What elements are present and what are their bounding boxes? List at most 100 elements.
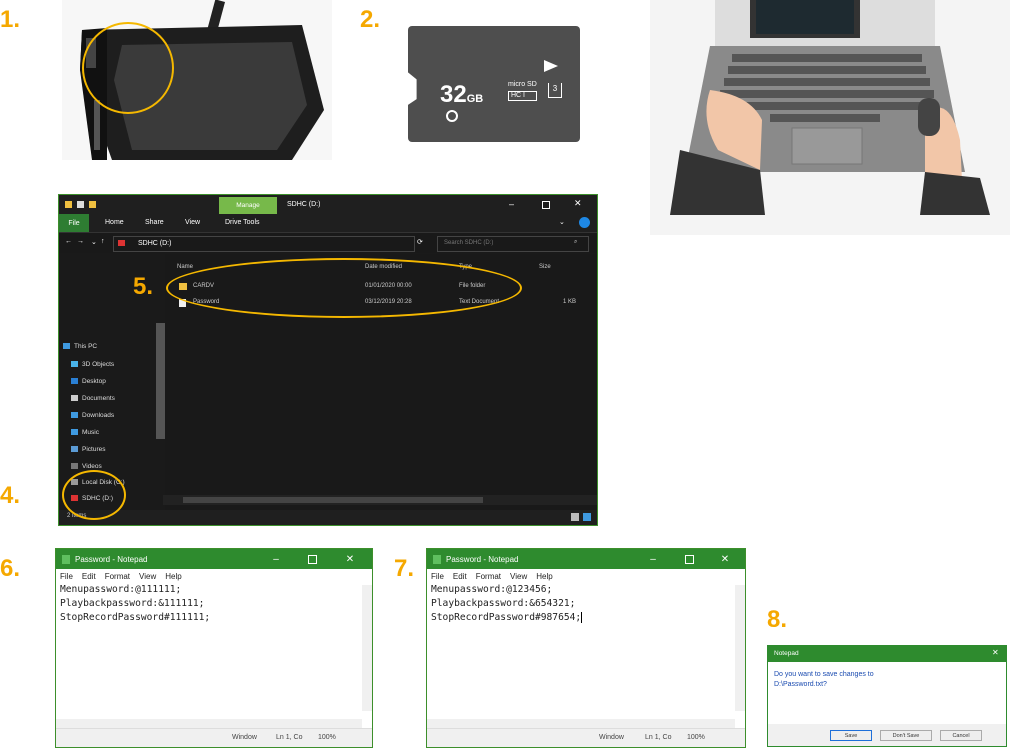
nav-pictures[interactable]: Pictures [71,443,105,455]
uhs-class-icon: 3 [548,83,562,98]
dropdown-chevron-icon[interactable]: ⌄ [91,238,97,246]
large-icons-view-icon[interactable] [583,513,591,521]
menu-edit[interactable]: Edit [453,572,467,581]
menu-help[interactable]: Help [536,572,552,581]
dialog-title-bar: Notepad ✕ [768,646,1006,662]
menu-home[interactable]: Home [105,219,124,226]
music-icon [71,429,78,435]
save-button[interactable]: Save [830,730,872,741]
pc-icon [63,343,70,349]
vertical-scrollbar[interactable] [362,585,372,711]
forward-arrow-icon[interactable]: → [77,238,84,245]
nav-scrollbar[interactable] [156,323,165,439]
nav-this-pc[interactable]: This PC [63,340,97,352]
refresh-icon[interactable]: ⟳ [417,238,423,246]
address-bar[interactable]: SDHC (D:) [113,236,415,252]
minimize-button[interactable]: – [262,549,290,569]
folder-icon [65,201,72,208]
nav-label: Videos [82,462,102,470]
notepad-window-original: Password - Notepad – ✕ File Edit Format … [55,548,373,748]
explorer-menu-bar: File Home Share View Drive Tools ⌄ [59,214,597,233]
details-view-icon[interactable] [571,513,579,521]
notepad-menu-bar: File Edit Format View Help [56,569,372,583]
horizontal-scrollbar[interactable] [163,495,597,505]
notepad-menu-bar: File Edit Format View Help [427,569,745,583]
maximize-button[interactable] [675,549,703,569]
scrollbar-thumb[interactable] [183,497,483,503]
text-line-menu-password: Menupassword:@123456; [431,584,553,595]
menu-file[interactable]: File [59,214,89,232]
explorer-window-title: SDHC (D:) [287,201,321,208]
play-triangle-icon [544,60,558,72]
text-cursor [581,611,583,623]
explorer-address-row: ← → ⌄ ↑ SDHC (D:) ⟳ Search SDHC (D:) ⌕ [59,233,597,253]
notepad-title: Password - Notepad [75,554,148,564]
minimize-button[interactable]: – [509,199,514,209]
menu-view[interactable]: View [185,219,200,226]
dont-save-button[interactable]: Don't Save [880,730,932,741]
menu-file[interactable]: File [431,572,444,581]
close-button[interactable]: ✕ [574,198,582,209]
status-zoom: 100% [687,734,705,741]
step-2-label: 2. [360,6,381,33]
up-arrow-icon[interactable]: ↑ [101,238,105,245]
nav-documents[interactable]: Documents [71,392,115,404]
laptop-hands-image [650,0,1010,235]
menu-format[interactable]: Format [105,572,130,581]
status-cursor-position: Ln 1, Co [645,734,672,741]
new-folder-icon [89,201,96,208]
nav-label: Documents [82,394,115,402]
status-cursor-position: Ln 1, Co [276,734,303,741]
cube-icon [71,361,78,367]
ribbon-tab-manage[interactable]: Manage [219,197,277,214]
text-line-stop-record-password: StopRecordPassword#987654; [431,612,582,623]
notepad-text-area[interactable]: Menupassword:@111111; Playbackpassword:&… [56,583,372,625]
file-size: 1 KB [563,299,577,305]
menu-format[interactable]: Format [476,572,501,581]
close-button[interactable]: ✕ [711,549,739,569]
column-header-name[interactable]: Name [177,264,193,270]
search-box[interactable]: Search SDHC (D:) ⌕ [437,236,589,252]
dialog-close-button[interactable]: ✕ [992,648,999,657]
menu-file[interactable]: File [60,572,73,581]
notepad-window-edited: Password - Notepad – ✕ File Edit Format … [426,548,746,748]
maximize-button[interactable] [542,201,550,209]
step-6-label: 6. [0,555,21,582]
close-button[interactable]: ✕ [336,549,364,569]
nav-label: Desktop [82,377,106,385]
text-line-stop-record-password: StopRecordPassword#111111; [60,612,211,623]
menu-edit[interactable]: Edit [82,572,96,581]
sd-capacity-unit: GB [466,93,484,105]
document-icon [71,395,78,401]
speed-class-c-icon [446,110,458,122]
download-icon [71,412,78,418]
nav-downloads[interactable]: Downloads [71,409,114,421]
notepad-text-area[interactable]: Menupassword:@123456; Playbackpassword:&… [427,583,745,625]
laptop-illustration [650,0,1010,235]
text-line-playback-password: Playbackpassword:&654321; [431,598,576,609]
notepad-icon [433,554,441,564]
status-zoom: 100% [318,734,336,741]
nav-3d-objects[interactable]: 3D Objects [71,358,114,370]
nav-desktop[interactable]: Desktop [71,375,106,387]
menu-view[interactable]: View [510,572,527,581]
back-arrow-icon[interactable]: ← [65,238,72,245]
help-icon[interactable] [579,217,590,228]
menu-help[interactable]: Help [165,572,181,581]
maximize-button[interactable] [298,549,326,569]
nav-music[interactable]: Music [71,426,99,438]
cancel-button[interactable]: Cancel [940,730,982,741]
text-line-playback-password: Playbackpassword:&111111; [60,598,205,609]
microsd-card-image: 32GB micro SD HC I 3 [408,26,580,142]
menu-drive-tools[interactable]: Drive Tools [225,219,260,226]
nav-label: Downloads [82,411,115,419]
minimize-button[interactable]: – [639,549,667,569]
vertical-scrollbar[interactable] [735,585,745,711]
properties-icon [77,201,84,208]
ribbon-expand-chevron-icon[interactable]: ⌄ [559,218,565,226]
desktop-icon [71,378,78,384]
column-header-size[interactable]: Size [539,264,551,270]
menu-view[interactable]: View [139,572,156,581]
menu-share[interactable]: Share [145,219,164,226]
picture-icon [71,446,78,452]
